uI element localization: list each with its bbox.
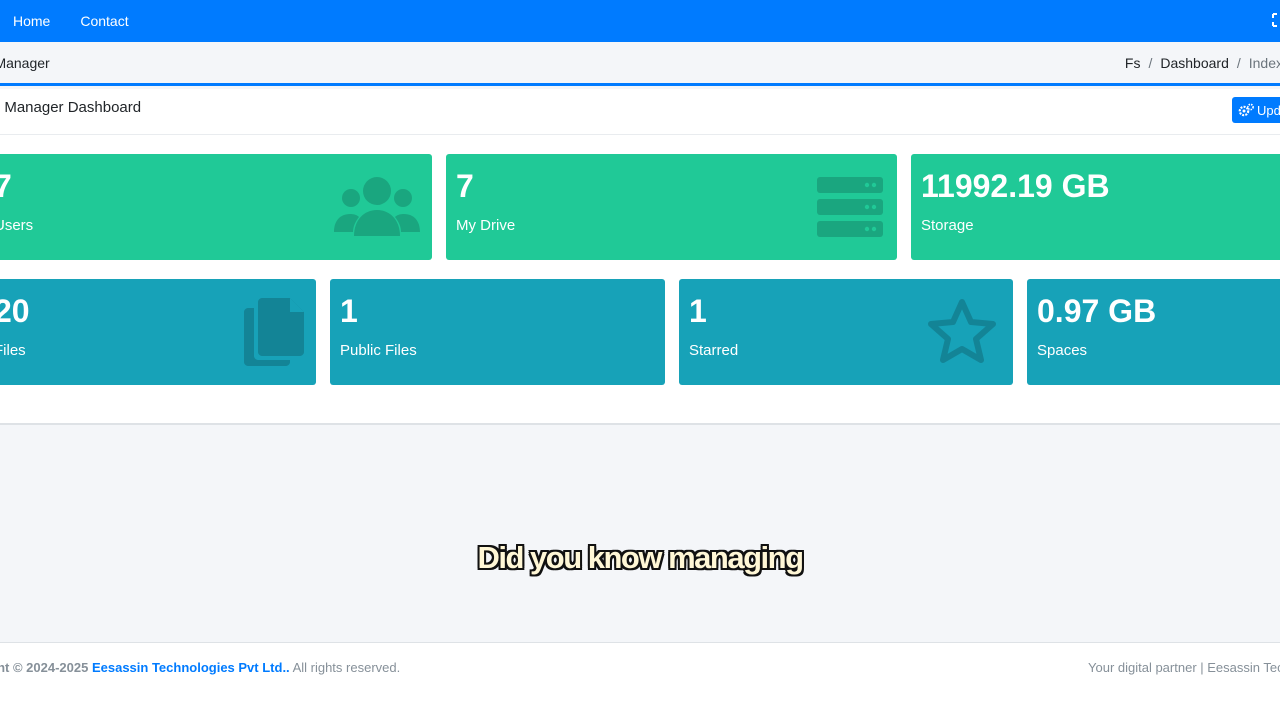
copy-files-icon bbox=[244, 298, 304, 366]
stat-value: 11992.19 GB bbox=[921, 168, 1110, 204]
fullscreen-icon[interactable] bbox=[1272, 13, 1280, 27]
nav-home-link[interactable]: Home bbox=[13, 13, 50, 29]
top-navbar: Home Contact bbox=[0, 0, 1280, 42]
footer: Copyright © 2024-2025 Eesassin Technolog… bbox=[0, 642, 1280, 720]
company-link[interactable]: Eesassin Technologies Pvt Ltd.. bbox=[92, 660, 290, 675]
breadcrumb-dashboard[interactable]: Dashboard bbox=[1160, 55, 1229, 71]
server-icon bbox=[817, 177, 883, 237]
breadcrumb-index: Index bbox=[1248, 55, 1280, 71]
database-icon bbox=[1272, 184, 1280, 232]
users-icon bbox=[334, 177, 420, 236]
stat-value: 1 bbox=[340, 293, 358, 329]
stat-box-my-drive[interactable]: 7 My Drive bbox=[446, 154, 897, 260]
rights-text: All rights reserved. bbox=[289, 660, 401, 675]
stat-box-files[interactable]: 20 Files bbox=[0, 279, 316, 385]
stat-label: Files bbox=[0, 342, 26, 359]
card-header: File Manager Dashboard Update bbox=[0, 89, 1280, 135]
stat-box-spaces[interactable]: 0.97 GB Spaces bbox=[1027, 279, 1280, 385]
page-title: File Manager bbox=[0, 55, 50, 71]
video-subtitle: Did you know managing bbox=[477, 540, 804, 575]
card-title: File Manager Dashboard bbox=[0, 99, 142, 116]
footer-copyright: Copyright © 2024-2025 Eesassin Technolog… bbox=[0, 660, 436, 675]
content-header: File Manager Fs / Dashboard / Index bbox=[0, 42, 1280, 86]
cogs-icon bbox=[1238, 103, 1254, 117]
stat-box-users[interactable]: 7 Users bbox=[0, 154, 432, 260]
breadcrumb-separator: / bbox=[1148, 55, 1153, 71]
stat-value: 20 bbox=[0, 293, 30, 329]
nav-contact-link[interactable]: Contact bbox=[80, 13, 128, 29]
update-button[interactable]: Update bbox=[1232, 97, 1280, 123]
stat-value: 7 bbox=[456, 168, 474, 204]
stat-label: Spaces bbox=[1037, 342, 1088, 359]
stat-label: Storage bbox=[921, 217, 974, 234]
stat-box-starred[interactable]: 1 Starred bbox=[679, 279, 1013, 385]
stat-value: 1 bbox=[689, 293, 707, 329]
copyright-prefix: Copyright © 2024-2025 bbox=[0, 660, 89, 675]
breadcrumb: Fs / Dashboard / Index bbox=[1125, 55, 1280, 71]
stat-label: Starred bbox=[689, 342, 739, 359]
stat-value: 0.97 GB bbox=[1037, 293, 1157, 329]
stat-label: Users bbox=[0, 217, 34, 234]
stat-box-public-files[interactable]: 1 Public Files bbox=[330, 279, 665, 385]
stat-value: 7 bbox=[0, 168, 12, 204]
update-button-label: Update bbox=[1257, 102, 1280, 118]
stat-label: Public Files bbox=[340, 342, 417, 359]
stat-label: My Drive bbox=[456, 217, 516, 234]
star-icon bbox=[928, 299, 996, 363]
breadcrumb-fs[interactable]: Fs bbox=[1125, 55, 1141, 71]
stat-box-storage[interactable]: 11992.19 GB Storage bbox=[911, 154, 1280, 260]
breadcrumb-separator: / bbox=[1236, 55, 1241, 71]
dashboard-card: File Manager Dashboard Update 7 Users bbox=[0, 89, 1280, 425]
footer-tagline: Your digital partner | Eesassin Technolo… bbox=[1088, 660, 1280, 675]
